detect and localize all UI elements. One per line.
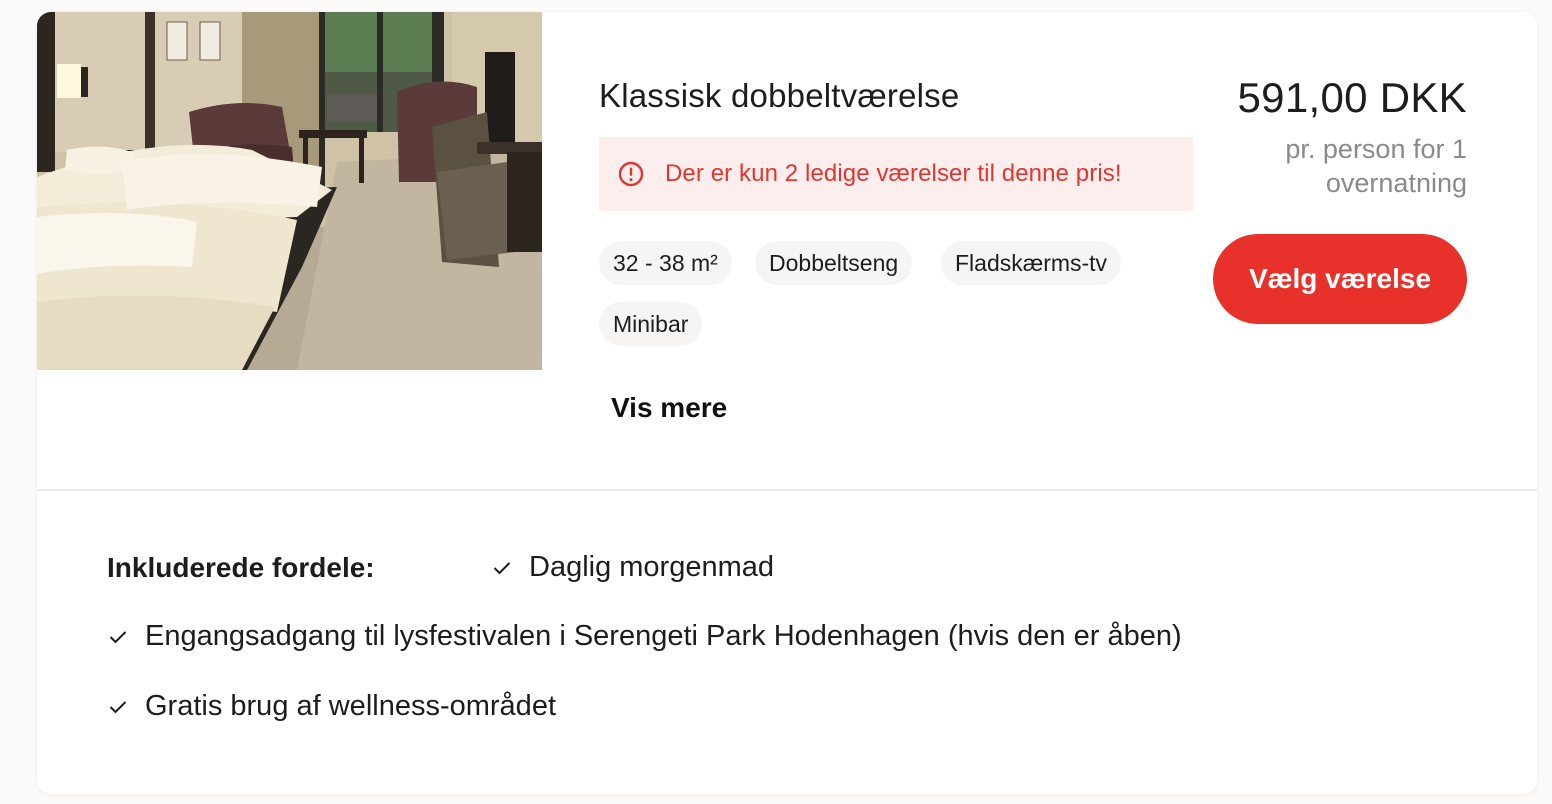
- benefit-text: Gratis brug af wellness-området: [145, 690, 556, 722]
- price-note: pr. person for 1 overnatning: [1285, 134, 1467, 198]
- benefit-item: Gratis brug af wellness-området: [109, 690, 556, 723]
- room-card: Klassisk dobbeltværelse Der er kun 2 led…: [37, 12, 1537, 794]
- feature-tag-minibar: Minibar: [599, 302, 703, 346]
- price: 591,00 DKK: [1237, 74, 1467, 121]
- benefit-item: Engangsadgang til lysfestivalen i Sereng…: [109, 620, 1182, 653]
- benefit-item: Daglig morgenmad: [493, 551, 774, 584]
- feature-tag-size: 32 - 38 m²: [599, 241, 732, 285]
- feature-tag-bed: Dobbeltseng: [755, 241, 913, 285]
- divider: [37, 489, 1537, 491]
- alert-text: Der er kun 2 ledige værelser til denne p…: [665, 160, 1122, 187]
- availability-alert: Der er kun 2 ledige værelser til denne p…: [599, 137, 1193, 211]
- benefit-text: Daglig morgenmad: [529, 551, 775, 583]
- choose-room-button[interactable]: Vælg værelse: [1213, 234, 1467, 324]
- room-title: Klassisk dobbeltværelse: [599, 77, 960, 114]
- show-more-link[interactable]: Vis mere: [611, 392, 727, 424]
- feature-tag-tv: Fladskærms-tv: [941, 241, 1122, 285]
- room-photo: [37, 12, 542, 370]
- benefit-text: Engangsadgang til lysfestivalen i Sereng…: [145, 620, 1182, 652]
- benefits-label: Inkluderede fordele:: [107, 552, 375, 583]
- check-icon: [493, 561, 511, 574]
- exclamation-circle-icon: [618, 161, 644, 187]
- check-icon: [109, 700, 127, 713]
- check-icon: [109, 630, 127, 643]
